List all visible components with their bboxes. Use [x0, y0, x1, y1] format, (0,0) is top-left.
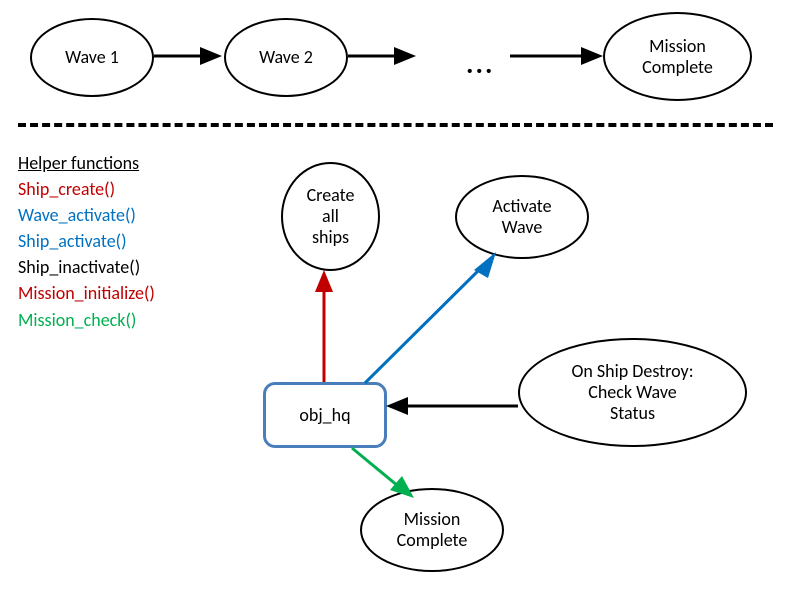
- legend-item: Ship_create(): [18, 176, 155, 202]
- node-wave-1: Wave 1: [30, 18, 154, 97]
- legend-item: Ship_inactivate(): [18, 254, 155, 280]
- arrow-objhq-create-ships: [312, 268, 336, 384]
- ellipsis: ...: [466, 46, 494, 81]
- node-on-ship-destroy: On Ship Destroy: Check Wave Status: [518, 338, 747, 447]
- legend-item: Mission_initialize(): [18, 280, 155, 306]
- arrow-wave2-ellipsis: [346, 44, 416, 68]
- node-mission-complete-bottom: Mission Complete: [360, 488, 504, 572]
- node-label: Wave 1: [65, 47, 119, 68]
- arrow-wave1-wave2: [152, 44, 222, 68]
- node-label: On Ship Destroy: Check Wave Status: [571, 361, 693, 423]
- node-activate-wave: Activate Wave: [455, 175, 589, 259]
- node-create-all-ships: Create all ships: [281, 162, 380, 271]
- node-wave-2: Wave 2: [224, 18, 348, 97]
- ellipsis-label: ...: [466, 46, 494, 81]
- node-label: Create all ships: [307, 185, 355, 247]
- node-label: Mission Complete: [642, 36, 713, 77]
- legend-item: Wave_activate(): [18, 202, 155, 228]
- node-label: Activate Wave: [492, 196, 551, 237]
- divider: [18, 123, 773, 127]
- arrow-on-destroy-objhq: [384, 394, 520, 418]
- node-label: obj_hq: [299, 404, 350, 426]
- arrow-ellipsis-mission-complete: [508, 44, 603, 68]
- legend-title: Helper functions: [18, 150, 155, 176]
- node-label: Wave 2: [259, 47, 313, 68]
- legend-item: Ship_activate(): [18, 228, 155, 254]
- node-label: Mission Complete: [397, 509, 468, 550]
- legend: Helper functions Ship_create() Wave_acti…: [18, 150, 155, 333]
- arrow-objhq-activate-wave: [360, 248, 505, 388]
- legend-item: Mission_check(): [18, 307, 155, 333]
- node-mission-complete-top: Mission Complete: [603, 12, 752, 101]
- node-obj-hq: obj_hq: [263, 382, 387, 448]
